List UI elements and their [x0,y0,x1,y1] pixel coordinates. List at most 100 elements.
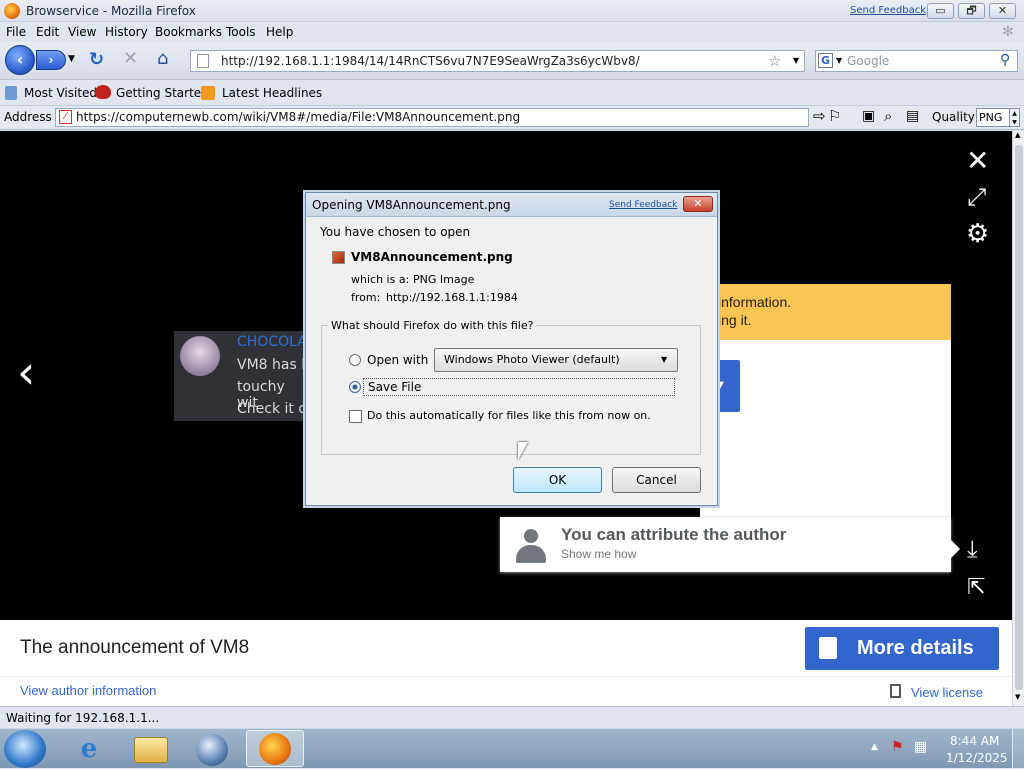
most-visited-icon [5,86,17,100]
clipboard-icon[interactable]: ▤ [906,108,919,124]
bookmarks-toolbar: Most Visited Getting Started Latest Head… [0,82,1024,104]
address-value[interactable]: https://computernewb.com/wiki/VM8#/media… [76,110,520,124]
media-title: The announcement of VM8 [20,637,250,658]
minimize-button[interactable]: ▭ [927,3,954,19]
dialog-send-feedback-link[interactable]: Send Feedback [609,200,677,210]
vertical-scrollbar[interactable]: ▲ ▼ [1012,131,1024,706]
previous-image-icon[interactable]: ‹ [17,349,35,395]
url-text[interactable]: http://192.168.1.1:1984/14/14RnCTS6vu7N7… [221,54,640,68]
start-button[interactable] [4,730,46,768]
media-player-icon[interactable] [196,734,228,766]
info-banner: information. ing it. [700,284,951,340]
go-arrow-icon[interactable]: ⇨ [813,107,826,125]
address-field[interactable]: ⁄ https://computernewb.com/wiki/VM8#/med… [55,108,809,127]
quality-spinner[interactable]: ▲ ▼ [1009,108,1020,127]
mouse-cursor-icon [518,442,528,460]
network-icon[interactable]: ▦ [914,739,927,755]
user-icon [516,529,546,563]
history-dropdown-icon[interactable]: ▼ [68,54,75,64]
more-details-button[interactable]: More details [805,627,999,670]
document-icon [819,637,837,659]
google-engine-icon[interactable]: G [818,53,833,68]
open-with-radio[interactable] [349,354,361,366]
reuse-panel: ▼ [700,340,951,517]
forward-button[interactable]: › [36,50,66,70]
open-with-value: Windows Photo Viewer (default) [444,353,620,366]
attribution-subtitle[interactable]: Show me how [561,547,636,561]
menu-help[interactable]: Help [266,25,293,39]
divider [0,676,1012,677]
open-with-select[interactable]: Windows Photo Viewer (default) ▼ [434,348,678,372]
home-icon[interactable]: ⌂ [157,48,168,69]
save-file-radio[interactable] [349,381,361,393]
engine-dropdown-icon[interactable]: ▼ [836,56,842,65]
save-file-focus[interactable]: Save File [363,378,675,396]
menu-history[interactable]: History [105,25,148,39]
clock-date[interactable]: 1/12/2025 [946,751,1008,765]
view-author-link[interactable]: View author information [20,683,156,698]
share-icon[interactable]: ⇱ [967,577,985,599]
url-bar[interactable]: http://192.168.1.1:1984/14/14RnCTS6vu7N7… [190,50,805,72]
stop-icon[interactable]: ✕ [123,48,138,69]
attribution-box[interactable]: You can attribute the author Show me how [500,517,951,572]
settings-gear-icon[interactable]: ⚙ [966,221,989,247]
menu-tools[interactable]: Tools [226,25,256,39]
fullscreen-icon[interactable]: ⤢ [967,185,986,209]
send-feedback-link[interactable]: Send Feedback [850,5,926,16]
reload-icon[interactable]: ↻ [89,49,104,70]
download-icon[interactable]: ⤓ [967,537,978,561]
scrollbar-thumb[interactable] [1015,145,1023,690]
search-bar[interactable]: G ▼ Google ⚲ [815,50,1018,72]
save-file-label: Save File [368,380,422,394]
menu-edit[interactable]: Edit [36,25,59,39]
auto-action-checkbox[interactable] [349,410,362,423]
zoom-icon[interactable]: ▣ [862,108,875,124]
menu-view[interactable]: View [68,25,96,39]
scroll-up-icon[interactable]: ▲ [1015,131,1020,139]
scroll-down-icon[interactable]: ▼ [1015,693,1020,701]
view-license-link[interactable]: View license [911,685,983,700]
bookmark-most-visited[interactable]: Most Visited [24,86,97,100]
firefox-taskbar-icon [259,733,291,765]
dialog-close-button[interactable]: ✕ [683,196,713,212]
internet-explorer-icon[interactable]: e [72,735,106,763]
bookmark-star-icon[interactable]: ☆ [768,52,781,70]
throbber-icon: ✻ [1002,24,1014,40]
which-is-label: which is a: [351,273,410,286]
menu-file[interactable]: File [6,25,26,39]
explorer-folder-icon[interactable] [134,737,168,763]
action-group-label: What should Firefox do with this file? [328,319,537,332]
bookmark-page-icon[interactable]: ⚐ [828,107,841,125]
back-button[interactable]: ‹ [5,45,35,75]
show-hidden-icons[interactable]: ▲ [871,742,878,752]
find-icon[interactable]: ⌕ [884,107,892,125]
from-label: from: [351,291,381,304]
search-input[interactable]: Google [847,54,889,68]
firefox-taskbar-button[interactable] [246,730,304,767]
which-is-value: PNG Image [413,273,475,286]
show-desktop-button[interactable] [1012,729,1024,769]
more-details-label: More details [857,637,974,659]
window-titlebar: Browservice - Mozilla Firefox Send Feedb… [0,0,1024,22]
close-viewer-icon[interactable]: ✕ [966,147,989,175]
quality-select[interactable]: PNG [976,108,1010,127]
open-with-label[interactable]: Open with [367,353,428,367]
auto-action-label[interactable]: Do this automatically for files like thi… [367,409,651,422]
close-button[interactable]: ✕ [989,3,1016,19]
quality-label: Quality [932,110,975,124]
bookmark-getting-started[interactable]: Getting Started [116,86,209,100]
getting-started-icon [95,85,111,99]
attribution-pointer [948,537,960,561]
banner-line-2: ing it. [718,312,752,328]
maximize-button[interactable]: 🗗 [958,3,985,19]
clock-time[interactable]: 8:44 AM [950,734,999,748]
bookmark-latest-headlines[interactable]: Latest Headlines [222,86,322,100]
cancel-button[interactable]: Cancel [612,467,701,493]
search-icon[interactable]: ⚲ [1000,52,1010,68]
menu-bookmarks[interactable]: Bookmarks [155,25,222,39]
post-author: CHOCOLA [237,334,307,350]
url-dropdown-icon[interactable]: ▼ [793,56,799,65]
ok-button[interactable]: OK [513,467,602,493]
license-icon [890,684,901,698]
action-center-icon[interactable]: ⚑ [891,739,904,755]
